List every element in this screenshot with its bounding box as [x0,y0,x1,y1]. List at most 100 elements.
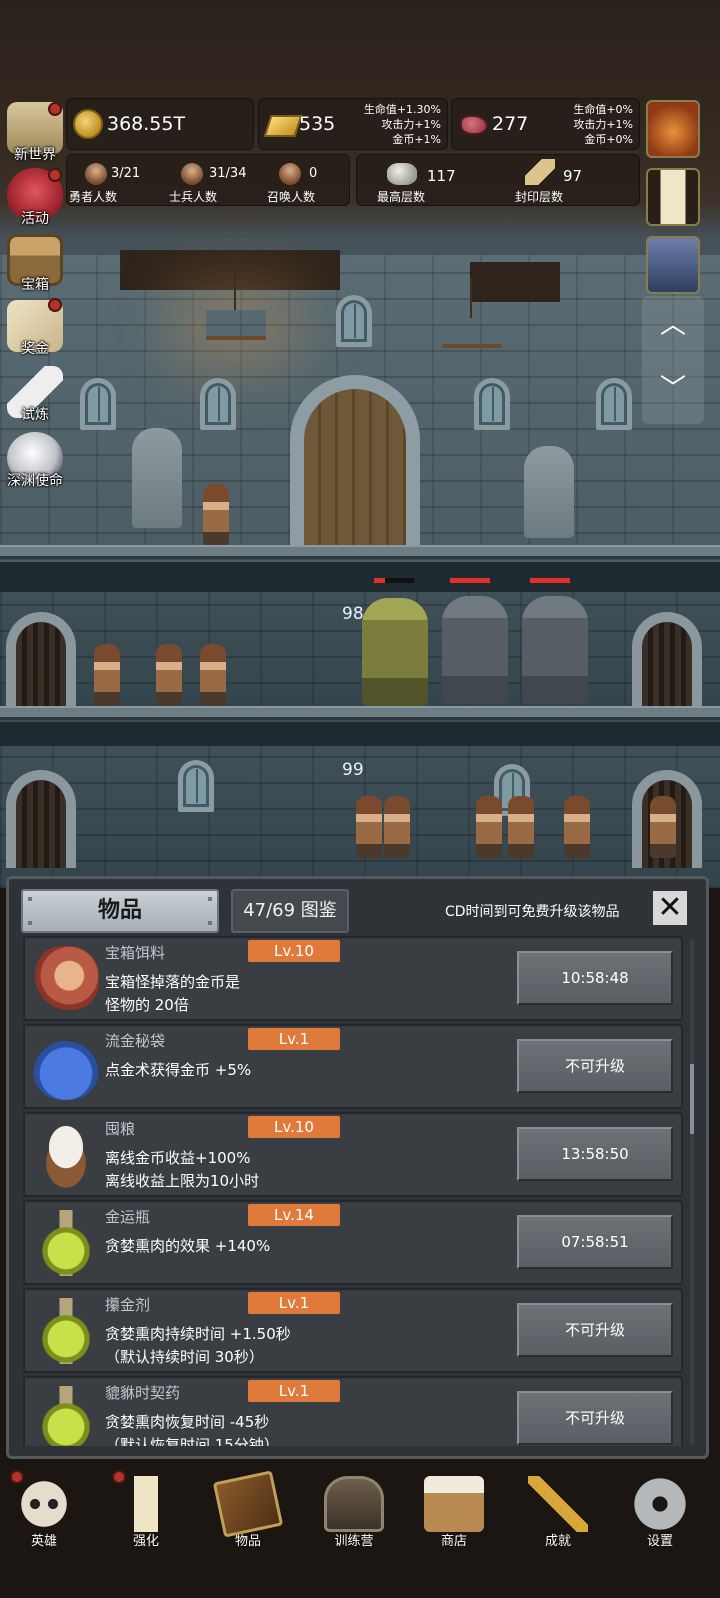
armored-knight-enemy [522,596,588,704]
window [178,760,214,812]
item-level: Lv.10 [248,1116,340,1138]
nav-heroes[interactable]: 英雄 [4,1466,84,1586]
floor-stats-box: 117 最高层数 97 封印层数 [356,154,640,206]
candle-buff-button[interactable] [646,168,700,226]
hero-count: 3/21 [111,166,141,181]
chandelier [442,278,502,348]
hero-unit [356,796,382,858]
mug-icon [424,1476,484,1532]
close-button[interactable]: ✕ [651,889,689,927]
summon-count-label: 召唤人数 [267,190,316,204]
gold-coin-box[interactable]: 368.55T [66,98,254,150]
chandelier-lit [206,270,266,340]
window [474,378,510,430]
pumpkin-buff-button[interactable] [646,100,700,158]
lantern-icon [324,1476,384,1532]
side-new-world-button[interactable]: 新世界 [2,102,68,164]
upgrade-timer-button[interactable]: 07:58:51 [517,1215,673,1269]
side-door [6,770,76,868]
scroll-down-icon[interactable]: ﹀ [659,376,687,402]
upgrade-timer-button[interactable]: 13:58:50 [517,1127,673,1181]
gold-bar-value: 535 [299,113,336,135]
hero-unit [564,796,590,858]
population-box: 3/21 勇者人数 31/34 士兵人数 0 召唤人数 [66,154,350,206]
item-name: 金运瓶 [105,1208,151,1226]
floor-gap [0,562,720,592]
book-icon [212,1470,284,1538]
list-item: 宝箱饵料 Lv.10 宝箱怪掉落的金币是 怪物的 20倍 10:58:48 [23,936,683,1021]
max-floor-value: 117 [427,167,456,185]
meat-box[interactable]: 277 生命值+0% 攻击力+1% 金币+0% [451,98,640,150]
item-name: 囤粮 [105,1120,136,1138]
item-desc: 离线金币收益+100% 离线收益上限为10小时 [105,1149,260,1190]
sealed-floor-value: 97 [563,167,583,185]
item-level: Lv.1 [248,1380,340,1402]
armored-knight-enemy [362,598,428,706]
item-level: Lv.10 [248,940,340,962]
upgrade-disabled-button[interactable]: 不可升级 [517,1303,673,1357]
nav-achievements[interactable]: 成就 [518,1466,598,1586]
bottle-icon [33,1386,99,1446]
nav-enhance[interactable]: 强化 [106,1466,186,1586]
bowl-icon [33,1122,99,1188]
list-item: 流金秘袋 Lv.1 点金术获得金币 +5% 不可升级 [23,1024,683,1109]
side-door [632,612,702,710]
item-list[interactable]: 宝箱饵料 Lv.10 宝箱怪掉落的金币是 怪物的 20倍 10:58:48 流金秘… [23,936,683,1446]
nav-items[interactable]: 物品 [208,1466,288,1586]
meat-bonus: 生命值+0% 攻击力+1% 金币+0% [573,103,633,146]
scrollbar-thumb[interactable] [690,1064,694,1134]
nav-settings[interactable]: 设置 [620,1466,700,1586]
enemy-hp-bar [530,578,570,583]
window [80,378,116,430]
meat-icon [460,115,488,135]
candle-icon [116,1476,176,1532]
item-level: Lv.1 [248,1292,340,1314]
side-event-button[interactable]: 活动 [2,168,68,228]
notification-dot [48,298,62,312]
knight-statue [524,446,574,538]
side-abyss-button[interactable]: 深渊使命 [2,432,68,494]
meat-value: 277 [492,113,529,135]
soldier-head-icon [181,163,203,185]
nav-training-camp[interactable]: 训练营 [314,1466,394,1586]
floor-gap [0,722,720,746]
floor-number: 99 [342,760,364,780]
bag-icon [33,1034,99,1100]
window [336,295,372,347]
upgrade-disabled-button[interactable]: 不可升级 [517,1039,673,1093]
items-panel: 物品 47/69 图鉴 CD时间到可免费升级该物品 ✕ 宝箱饵料 Lv.10 宝… [6,876,709,1459]
side-door [6,612,76,710]
hero-unit [384,796,410,858]
cage-buff-button[interactable] [646,236,700,294]
bottle-icon [33,1210,99,1276]
window [596,378,632,430]
nav-shop[interactable]: 商店 [414,1466,494,1586]
item-name: 攥金剂 [105,1296,151,1314]
notification-dot [48,168,62,182]
cooldown-note: CD时间到可免费升级该物品 [445,904,620,920]
wall-break [120,250,340,290]
meat-icon [33,946,99,1012]
hero-unit [476,796,502,858]
soldier-count-label: 士兵人数 [169,190,218,204]
floor-number: 98 [342,604,364,624]
floor-scroll-panel: ︿ ﹀ [642,296,704,424]
soldier-count: 31/34 [209,166,247,181]
scrollbar-track[interactable] [690,939,694,1444]
side-chest-button[interactable]: 宝箱 [2,234,68,294]
upgrade-disabled-button[interactable]: 不可升级 [517,1391,673,1445]
knight-statue [132,428,182,528]
gold-bar-box[interactable]: 535 生命值+1.30% 攻击力+1% 金币+1% [258,98,448,150]
notification-dot [10,1470,24,1484]
gold-bar-icon [263,115,303,137]
hero-count-label: 勇者人数 [69,190,118,204]
upgrade-timer-button[interactable]: 10:58:48 [517,951,673,1005]
side-bonus-button[interactable]: 奖金 [2,298,68,362]
scroll-up-icon[interactable]: ︿ [659,312,687,338]
tab-items[interactable]: 物品 [21,889,219,933]
item-name: 貔貅时契药 [105,1384,181,1402]
side-trial-button[interactable]: 试炼 [2,366,68,426]
tab-collection[interactable]: 47/69 图鉴 [231,889,349,933]
item-desc: 点金术获得金币 +5% [105,1061,252,1079]
max-floor-label: 最高层数 [377,190,426,204]
